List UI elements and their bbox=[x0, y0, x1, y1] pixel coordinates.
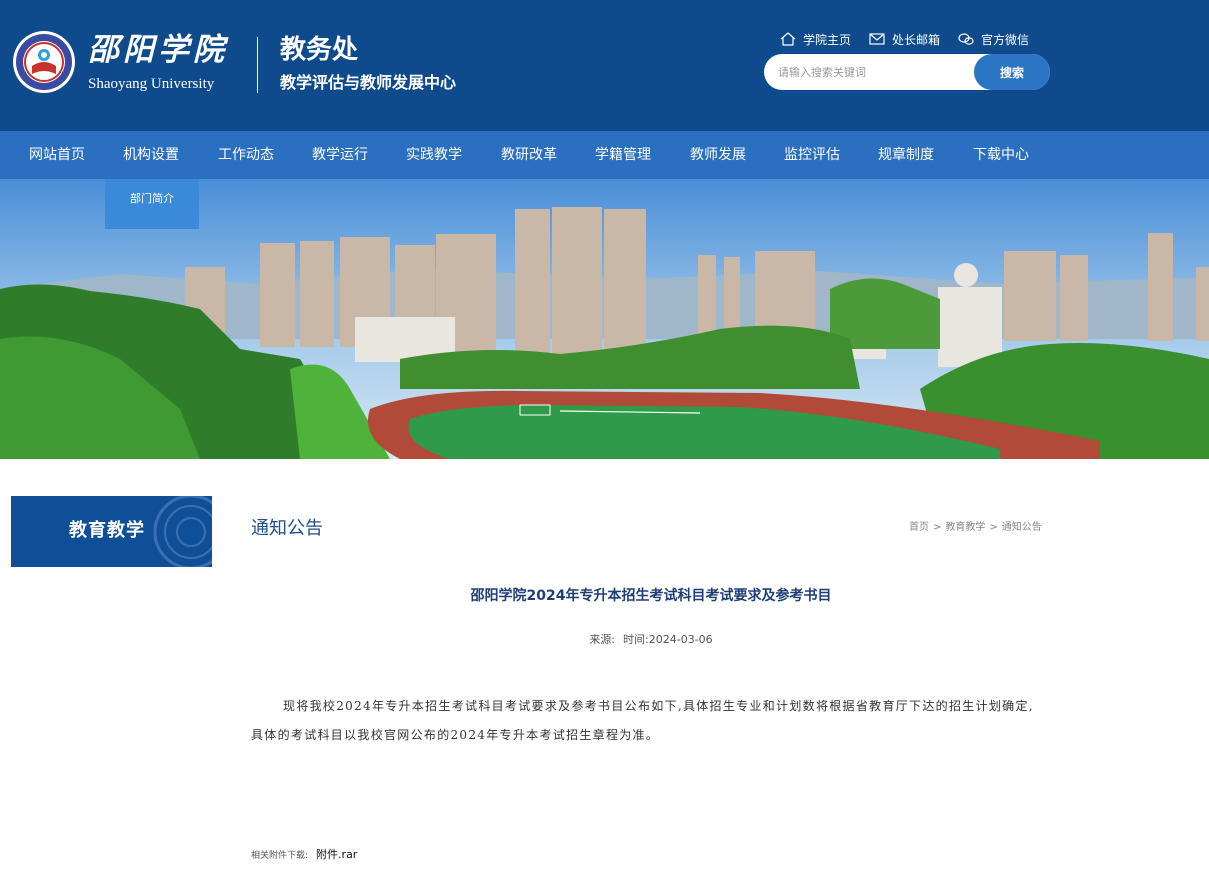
nav-item-teaching-operation[interactable]: 教学运行 bbox=[312, 131, 368, 179]
site-header: 邵阳学院 Shaoyang University 教务处 教学评估与教师发展中心… bbox=[0, 0, 1209, 131]
nav-item-organization[interactable]: 机构设置 bbox=[123, 131, 179, 179]
dropdown-item-department-intro[interactable]: 部门简介 bbox=[105, 179, 199, 219]
breadcrumb: 首页 > 教育教学 > 通知公告 bbox=[909, 520, 1042, 536]
article-time-label: 时间: bbox=[623, 633, 649, 646]
nav-item-teaching-reform[interactable]: 教研改革 bbox=[501, 131, 557, 179]
main-nav: 网站首页 机构设置 工作动态 教学运行 实践教学 教研改革 学籍管理 教师发展 … bbox=[0, 131, 1209, 179]
department-title: 教务处 bbox=[280, 35, 359, 65]
search-input[interactable] bbox=[776, 62, 972, 82]
breadcrumb-separator: > bbox=[989, 522, 998, 533]
wechat-link[interactable]: 官方微信 bbox=[958, 31, 1029, 48]
director-mail-link[interactable]: 处长邮箱 bbox=[869, 31, 940, 48]
home-link-label: 学院主页 bbox=[803, 32, 852, 47]
search-button[interactable]: 搜索 bbox=[974, 54, 1050, 90]
search-box: 搜索 bbox=[764, 54, 1050, 90]
nav-item-practice-teaching[interactable]: 实践教学 bbox=[406, 131, 462, 179]
sidebar-section-card: 教育教学 bbox=[11, 496, 212, 567]
wechat-icon bbox=[958, 33, 974, 45]
home-icon bbox=[780, 32, 796, 46]
attachment-label: 相关附件下载: bbox=[251, 851, 309, 861]
nav-item-regulations[interactable]: 规章制度 bbox=[878, 131, 934, 179]
section-divider bbox=[251, 552, 1051, 553]
article-date: 2024-03-06 bbox=[648, 633, 713, 646]
logo-chinese-name[interactable]: 邵阳学院 bbox=[88, 30, 228, 70]
nav-item-downloads[interactable]: 下载中心 bbox=[973, 131, 1029, 179]
logo-english-name[interactable]: Shaoyang University bbox=[88, 74, 214, 94]
section-title: 通知公告 bbox=[251, 518, 323, 539]
nav-dropdown-organization: 部门简介 bbox=[105, 179, 199, 229]
nav-item-teacher-development[interactable]: 教师发展 bbox=[690, 131, 746, 179]
article-title: 邵阳学院2024年专升本招生考试科目考试要求及参考书目 bbox=[470, 588, 832, 604]
breadcrumb-separator: > bbox=[933, 522, 942, 533]
nav-item-student-records[interactable]: 学籍管理 bbox=[595, 131, 651, 179]
breadcrumb-home[interactable]: 首页 bbox=[909, 522, 929, 533]
home-link[interactable]: 学院主页 bbox=[780, 31, 851, 48]
article-source-label: 来源: bbox=[589, 633, 616, 646]
nav-item-evaluation[interactable]: 监控评估 bbox=[784, 131, 840, 179]
nav-item-home[interactable]: 网站首页 bbox=[29, 131, 85, 179]
attachment-link[interactable]: 附件.rar bbox=[316, 848, 357, 861]
university-emblem-icon[interactable] bbox=[12, 30, 76, 94]
mail-icon bbox=[869, 33, 885, 45]
wechat-label: 官方微信 bbox=[981, 32, 1030, 47]
breadcrumb-notices[interactable]: 通知公告 bbox=[1002, 522, 1042, 533]
article-meta: 来源: 时间:2024-03-06 bbox=[251, 632, 1051, 648]
seal-watermark-icon bbox=[153, 496, 212, 567]
logo-divider bbox=[257, 37, 258, 93]
breadcrumb-education[interactable]: 教育教学 bbox=[945, 522, 985, 533]
department-subtitle: 教学评估与教师发展中心 bbox=[280, 73, 457, 92]
top-links: 学院主页 处长邮箱 官方微信 bbox=[780, 29, 1047, 49]
nav-item-news[interactable]: 工作动态 bbox=[218, 131, 274, 179]
attachment-row: 相关附件下载: 附件.rar bbox=[251, 845, 357, 864]
director-mail-label: 处长邮箱 bbox=[892, 32, 941, 47]
article-body: 现将我校2024年专升本招生考试科目考试要求及参考书目公布如下,具体招生专业和计… bbox=[251, 699, 1034, 742]
sidebar-title: 教育教学 bbox=[69, 520, 145, 541]
